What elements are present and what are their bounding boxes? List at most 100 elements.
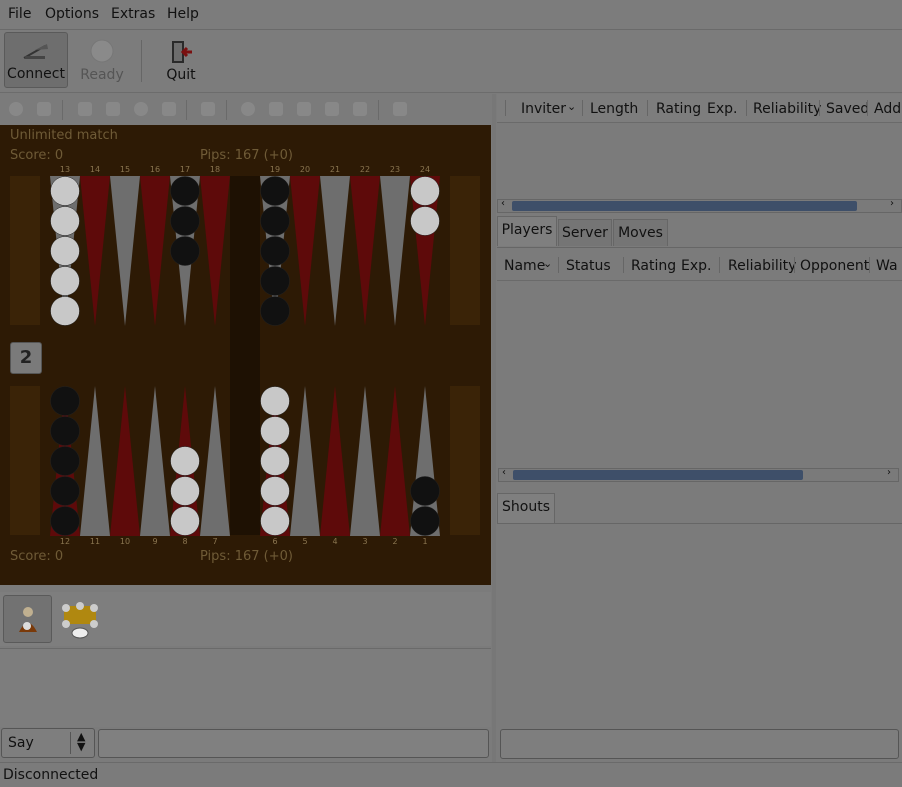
- column-reliability[interactable]: Reliability: [753, 97, 821, 121]
- point-number: 18: [210, 165, 220, 174]
- chat-log[interactable]: [0, 648, 491, 727]
- bearoff-bottom-right: [450, 386, 480, 535]
- center-bar: [230, 176, 260, 535]
- column-name[interactable]: Name: [504, 254, 545, 278]
- export-icon[interactable]: [393, 102, 407, 116]
- column-separator: [582, 100, 583, 116]
- point-number: 19: [270, 165, 280, 174]
- undo-icon[interactable]: [9, 102, 23, 116]
- point-number: 15: [120, 165, 130, 174]
- players-hscrollbar[interactable]: ‹ ›: [498, 467, 899, 482]
- point-number: 24: [420, 165, 430, 174]
- menu-extras[interactable]: Extras: [111, 6, 155, 22]
- double-icon[interactable]: [106, 102, 120, 116]
- scroll-left-icon[interactable]: ‹: [502, 467, 506, 478]
- shout-input[interactable]: [500, 729, 899, 759]
- point-number: 7: [212, 537, 217, 546]
- shout-icon[interactable]: [58, 600, 102, 640]
- point-number: 12: [60, 537, 70, 546]
- column-saved[interactable]: Saved: [826, 97, 869, 121]
- scroll-right-icon[interactable]: ›: [887, 467, 891, 478]
- point-number: 11: [90, 537, 100, 546]
- say-select-value: Say: [8, 735, 34, 751]
- checker: [50, 266, 80, 296]
- checker: [260, 416, 290, 446]
- connect-button[interactable]: Connect: [4, 32, 68, 88]
- point-number: 14: [90, 165, 100, 174]
- checker: [170, 176, 200, 206]
- column-rating[interactable]: Rating: [656, 97, 701, 121]
- column-reliability[interactable]: Reliability: [728, 254, 796, 278]
- point-number: 10: [120, 537, 130, 546]
- column-length[interactable]: Length: [590, 97, 638, 121]
- tab-shouts[interactable]: Shouts: [497, 493, 555, 523]
- chat-input[interactable]: [98, 729, 489, 758]
- scrollbar-thumb[interactable]: [512, 201, 857, 211]
- column-separator: [794, 257, 795, 273]
- top-score: Score: 0: [10, 148, 64, 163]
- bottom-score: Score: 0: [10, 549, 64, 564]
- point-number: 9: [152, 537, 157, 546]
- doubling-cube[interactable]: 2: [10, 342, 42, 374]
- chat-toggle-button[interactable]: [3, 595, 52, 643]
- scrollbar-thumb[interactable]: [513, 470, 803, 480]
- scroll-right-icon[interactable]: ›: [890, 198, 894, 209]
- menubar: File Options Extras Help: [0, 0, 902, 30]
- column-exp[interactable]: Exp.: [681, 254, 711, 278]
- next-icon[interactable]: [325, 102, 339, 116]
- column-add[interactable]: Add: [874, 97, 901, 121]
- checker: [260, 476, 290, 506]
- column-watching[interactable]: Wa: [876, 254, 898, 278]
- checker: [260, 236, 290, 266]
- shouts-pane: [497, 523, 902, 762]
- board-surface[interactable]: 13 14 15 16 17 18 19 20 21 22 23 2412 11 10 9 8 7 6 5 4 3 2 1: [0, 164, 491, 546]
- stop-icon[interactable]: [241, 102, 255, 116]
- column-status[interactable]: Status: [566, 254, 611, 278]
- checker: [260, 506, 290, 536]
- say-select[interactable]: Say ▲ ▼: [1, 728, 95, 758]
- checker: [260, 176, 290, 206]
- first-icon[interactable]: [269, 102, 283, 116]
- column-opponent[interactable]: Opponent: [800, 254, 869, 278]
- scroll-left-icon[interactable]: ‹: [501, 198, 505, 209]
- bearoff-bottom: [10, 386, 40, 535]
- menu-help[interactable]: Help: [167, 6, 199, 22]
- connection-status: Disconnected: [3, 767, 99, 783]
- ready-icon: [90, 39, 114, 67]
- board-toolbar: [0, 94, 491, 125]
- quit-button[interactable]: Quit: [149, 32, 213, 88]
- column-rating[interactable]: Rating: [631, 254, 676, 278]
- menu-options[interactable]: Options: [45, 6, 99, 22]
- select-divider: [70, 732, 71, 754]
- sort-chevron-icon: ⌄: [567, 100, 577, 113]
- last-icon[interactable]: [353, 102, 367, 116]
- checker: [50, 176, 80, 206]
- point-number: 3: [362, 537, 367, 546]
- point-number: 17: [180, 165, 190, 174]
- bearoff-top: [10, 176, 40, 325]
- menu-file[interactable]: File: [8, 6, 31, 22]
- players-pane: Name ⌄ Status Rating Exp. Reliability Op…: [497, 247, 902, 484]
- vertical-splitter[interactable]: [492, 94, 496, 762]
- checker: [410, 506, 440, 536]
- column-inviter[interactable]: Inviter: [521, 97, 566, 121]
- dice-icon[interactable]: [78, 102, 92, 116]
- backgammon-board[interactable]: Unlimited match Score: 0 Pips: 167 (+0) …: [0, 125, 491, 585]
- bearoff-top-right: [450, 176, 480, 325]
- tab-players[interactable]: Players: [497, 216, 557, 246]
- checker: [50, 386, 80, 416]
- tab-server[interactable]: Server: [558, 219, 612, 246]
- column-separator: [558, 257, 559, 273]
- checker: [260, 386, 290, 416]
- previous-icon[interactable]: [297, 102, 311, 116]
- move-icon[interactable]: [201, 102, 215, 116]
- ready-button[interactable]: Ready: [70, 32, 134, 88]
- invitations-hscrollbar[interactable]: ‹ ›: [497, 198, 902, 213]
- sort-chevron-icon: ⌄: [543, 257, 553, 270]
- resign-icon[interactable]: [134, 102, 148, 116]
- accept-icon[interactable]: [162, 102, 176, 116]
- tab-moves[interactable]: Moves: [613, 219, 668, 246]
- checker: [260, 206, 290, 236]
- column-exp[interactable]: Exp.: [707, 97, 737, 121]
- redo-icon[interactable]: [37, 102, 51, 116]
